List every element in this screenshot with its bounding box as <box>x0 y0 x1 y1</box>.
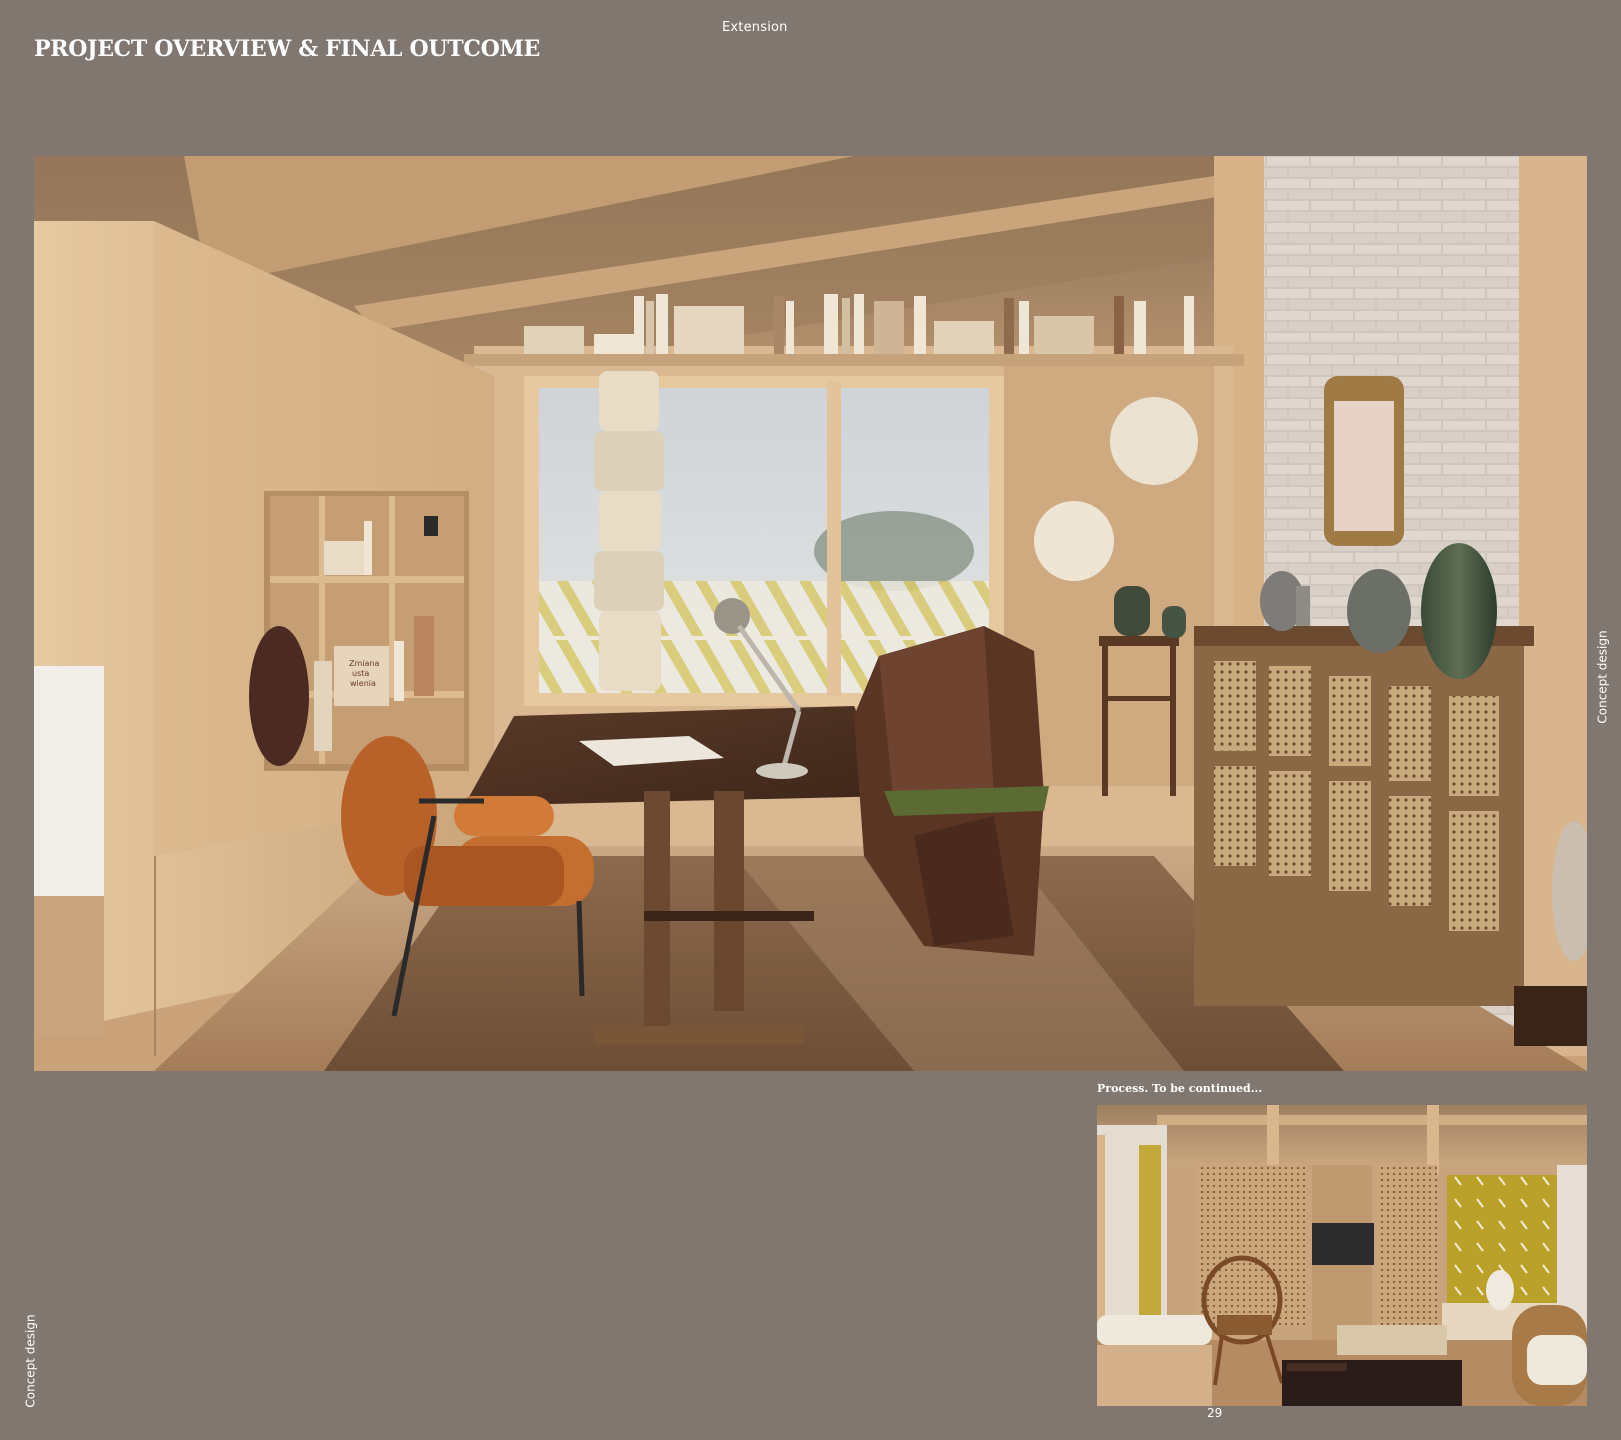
svg-text:usta: usta <box>352 669 369 678</box>
side-label-right: Concept design <box>1595 630 1610 724</box>
section-label: Extension <box>722 20 788 35</box>
page-number: 29 <box>1207 1406 1223 1420</box>
main-render-image: Zmiana usta wienia <box>34 156 1587 1071</box>
secondary-render-image <box>1097 1105 1587 1406</box>
svg-text:Zmiana: Zmiana <box>349 659 379 668</box>
image-caption: Process. To be continued... <box>1097 1082 1263 1095</box>
side-label-left: Concept design <box>23 1314 38 1408</box>
page-title: PROJECT OVERVIEW & FINAL OUTCOME <box>34 36 540 62</box>
svg-text:wienia: wienia <box>350 679 376 688</box>
